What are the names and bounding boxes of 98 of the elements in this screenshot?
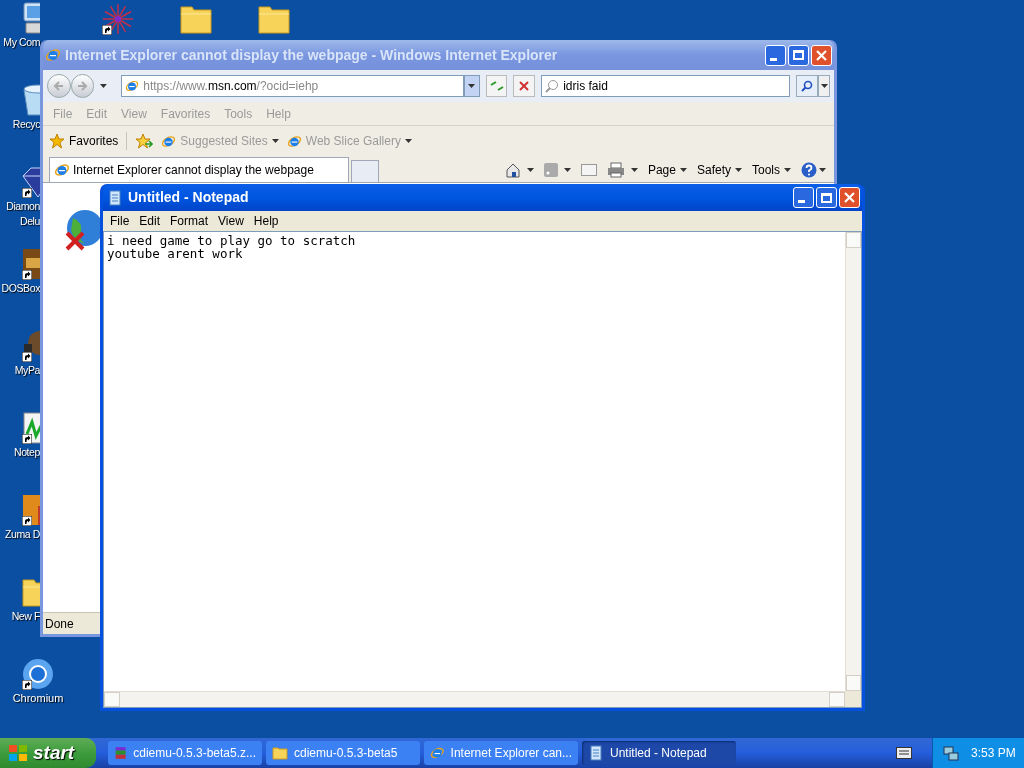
dropdown-caret-icon xyxy=(468,84,476,88)
menu-item[interactable]: Format xyxy=(165,212,214,230)
icon-label[interactable]: Notep xyxy=(13,446,40,459)
dropdown-caret-icon xyxy=(630,168,638,172)
folder-icon xyxy=(272,745,288,761)
start-button[interactable]: start xyxy=(0,738,96,768)
add-favorite-icon[interactable] xyxy=(135,133,154,149)
browser-icon xyxy=(54,162,70,178)
close-icon xyxy=(816,49,827,61)
taskbar-button[interactable]: cdiemu-0.5.3-beta5 xyxy=(266,741,420,765)
close-button[interactable] xyxy=(839,187,860,208)
window-title: Untitled - Notepad xyxy=(128,188,249,207)
address-dropdown-button[interactable] xyxy=(464,75,480,97)
icon-label[interactable]: New F xyxy=(11,610,40,623)
search-options-button[interactable] xyxy=(818,75,830,97)
network-icon[interactable] xyxy=(943,745,959,761)
mail-icon[interactable] xyxy=(580,164,597,176)
notepad-icon xyxy=(588,745,604,761)
dropdown-caret-icon xyxy=(820,84,828,88)
scrollbar-corner xyxy=(845,691,861,707)
search-icon xyxy=(545,79,560,93)
browser-icon xyxy=(430,745,445,761)
recycle-bin-icon xyxy=(22,84,40,116)
home-button[interactable] xyxy=(504,162,534,178)
star-icon xyxy=(49,133,65,149)
taskbar-button[interactable]: cdiemu-0.5.3-beta5.z... xyxy=(108,741,262,765)
maximize-button[interactable] xyxy=(816,187,837,208)
icon-label[interactable]: DOSBox xyxy=(1,282,40,295)
horizontal-scrollbar[interactable] xyxy=(104,691,845,707)
dropdown-caret-icon xyxy=(679,168,687,172)
page-icon xyxy=(286,133,302,149)
arrow-right-icon xyxy=(76,80,89,92)
icon-label[interactable]: Zuma D xyxy=(5,528,40,541)
icon-label[interactable]: Recyc xyxy=(12,118,40,131)
address-field[interactable]: https://www.msn.com/?ocid=iehp xyxy=(121,75,464,97)
computer-icon xyxy=(22,2,40,34)
printer-icon xyxy=(606,162,625,178)
minimize-button[interactable] xyxy=(765,44,786,66)
archive-icon xyxy=(114,745,128,761)
minimize-button[interactable] xyxy=(793,187,814,208)
dropdown-caret-icon xyxy=(271,139,279,143)
window-title: Internet Explorer cannot display the webpage - Windows Internet Explorer xyxy=(65,45,558,65)
text-line: i need game to play go to scratch xyxy=(107,234,356,247)
search-field[interactable]: idris faid xyxy=(541,75,791,97)
menu-item[interactable]: Help xyxy=(248,212,284,230)
taskbar-button[interactable]: Untitled - Notepad xyxy=(582,741,736,765)
help-icon xyxy=(801,162,817,178)
icon-label[interactable]: Chromium xyxy=(12,692,64,705)
folder-icon xyxy=(180,3,212,35)
diamond-icon xyxy=(22,166,40,198)
feed-icon xyxy=(543,163,558,177)
status-text: Done xyxy=(45,615,74,633)
close-icon xyxy=(844,192,855,203)
notepad-icon xyxy=(107,189,123,206)
clock: 3:53 PM xyxy=(971,745,1016,762)
browser-tab[interactable]: Internet Explorer cannot display the webpage xyxy=(49,157,349,182)
menu-item[interactable]: File xyxy=(105,212,135,230)
dropdown-caret-icon xyxy=(526,168,534,172)
dropdown-caret-icon xyxy=(100,84,108,88)
print-button[interactable] xyxy=(606,162,638,178)
dropdown-caret-icon xyxy=(735,168,742,172)
command-menu[interactable]: Tools xyxy=(752,161,791,179)
refresh-button[interactable] xyxy=(485,75,508,97)
browser-icon xyxy=(45,47,61,63)
command-menu[interactable]: Page xyxy=(647,161,687,179)
folder-icon xyxy=(258,3,290,35)
windows-logo-icon xyxy=(8,743,28,763)
dropdown-caret-icon xyxy=(563,168,571,172)
maximize-button[interactable] xyxy=(788,44,809,66)
menu-item[interactable]: View xyxy=(213,212,249,230)
vertical-scrollbar[interactable] xyxy=(845,232,861,691)
dropdown-caret-icon xyxy=(819,168,826,172)
stop-icon xyxy=(519,81,530,91)
icon-label[interactable]: My Com xyxy=(3,36,40,49)
refresh-icon xyxy=(489,80,504,92)
stop-button[interactable] xyxy=(513,75,536,97)
folder-icon xyxy=(22,576,40,608)
page-icon xyxy=(161,133,177,149)
command-menu[interactable]: Safety xyxy=(696,161,742,179)
dropdown-caret-icon xyxy=(784,168,791,172)
feeds-button[interactable] xyxy=(543,163,571,177)
menu-item[interactable]: Edit xyxy=(134,212,166,230)
fireworks-icon xyxy=(102,3,134,35)
help-button[interactable] xyxy=(801,162,826,178)
home-icon xyxy=(504,162,521,178)
icon-label[interactable]: MyPa xyxy=(14,364,40,377)
page-icon xyxy=(125,79,140,93)
favorites-button[interactable]: Favorites xyxy=(49,132,128,150)
icon-label[interactable]: Diamon xyxy=(6,200,40,213)
taskbar-button[interactable]: Internet Explorer can... xyxy=(424,741,578,765)
keyboard-icon[interactable] xyxy=(896,747,912,759)
dropdown-caret-icon xyxy=(404,139,412,143)
icon-label[interactable]: Delu xyxy=(20,215,40,228)
close-button[interactable] xyxy=(811,44,832,66)
arrow-left-icon xyxy=(52,80,65,92)
search-button[interactable] xyxy=(796,75,819,97)
text-line: youtube arent work xyxy=(107,247,243,260)
search-icon xyxy=(801,80,814,92)
